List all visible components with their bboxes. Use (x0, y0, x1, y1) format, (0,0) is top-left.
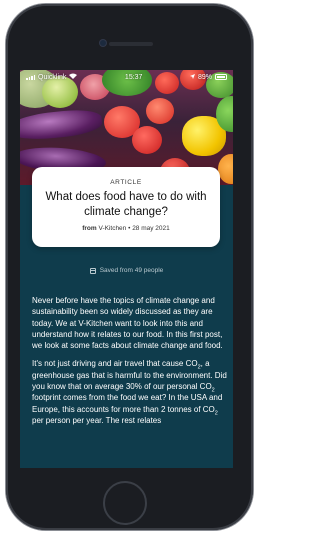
article-title: What does food have to do with climate c… (45, 191, 207, 218)
location-icon (189, 73, 195, 81)
article-header-card: ARTICLE What does food have to do with c… (32, 167, 220, 247)
article-byline: from V-Kitchen • 28 may 2021 (32, 225, 220, 232)
app-screen: Quicklink 15:37 89% ARTICLE What does fo… (20, 70, 233, 468)
battery-percentage: 89% (197, 73, 212, 81)
article-paragraph: Never before have the topics of climate … (32, 296, 223, 351)
signal-icon (26, 74, 35, 80)
article-paragraph: It's not just driving and air travel tha… (32, 358, 228, 426)
calendar-icon (89, 267, 96, 274)
wifi-icon (69, 73, 78, 81)
article-body: Never before have the topics of climate … (32, 295, 228, 433)
article-author[interactable]: V-Kitchen (98, 225, 126, 232)
byline-from-label: from (82, 225, 97, 232)
paragraph-text: per person per year. The rest relates (32, 415, 162, 425)
article-date: • 28 may 2021 (128, 225, 170, 232)
home-button[interactable] (103, 481, 147, 525)
status-bar: Quicklink 15:37 89% (20, 70, 233, 84)
subscript: 2 (214, 410, 218, 417)
front-camera (100, 40, 106, 46)
earpiece (109, 42, 153, 46)
battery-icon (214, 74, 227, 80)
saved-count-label: Saved from 49 people (99, 267, 164, 274)
clock: 15:37 (124, 73, 143, 81)
paragraph-text: footprint comes from the food we eat? In… (32, 393, 223, 414)
article-tag: ARTICLE (110, 179, 142, 186)
paragraph-text: It's not just driving and air travel tha… (32, 359, 198, 369)
carrier-name: Quicklink (38, 73, 67, 81)
saved-count: Saved from 49 people (20, 267, 233, 274)
